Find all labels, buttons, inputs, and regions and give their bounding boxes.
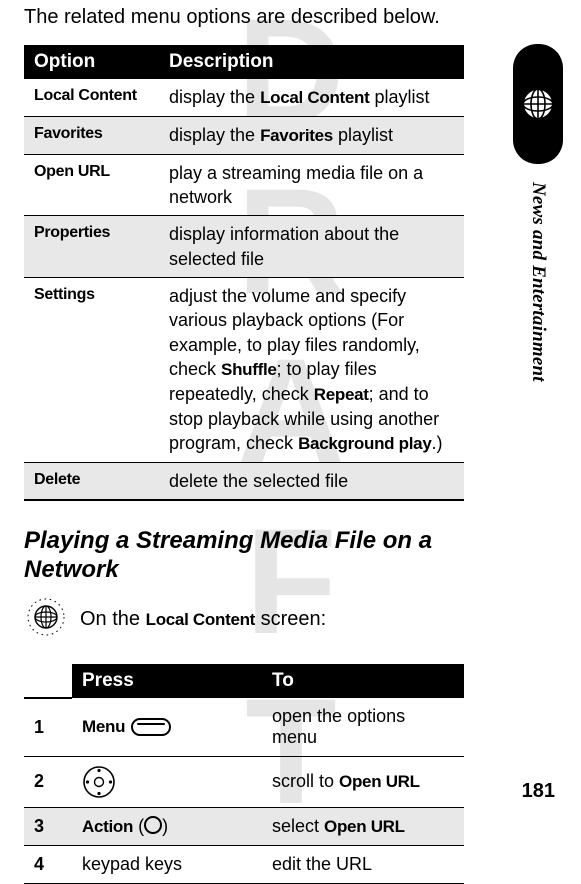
option-desc: display information about the selected f… — [159, 216, 464, 278]
thumb-tab — [513, 44, 563, 164]
option-desc: delete the selected file — [159, 463, 464, 501]
page-content: The related menu options are described b… — [0, 6, 581, 884]
option-name: Properties — [24, 216, 159, 278]
softkey-icon — [131, 718, 171, 736]
desc-text: display the — [169, 125, 260, 145]
table-row: Delete delete the selected file — [24, 463, 464, 501]
table-row: Local Content display the Local Content … — [24, 79, 464, 116]
to-text: select — [272, 816, 324, 836]
step-to: edit the URL — [262, 845, 464, 883]
table-row: Settings adjust the volume and specify v… — [24, 278, 464, 463]
lead-bold: Local Content — [146, 610, 255, 629]
lead-post: screen: — [255, 608, 326, 630]
steps-header-blank — [24, 664, 72, 698]
intro-text: The related menu options are described b… — [24, 6, 464, 29]
network-feature-icon — [24, 595, 68, 644]
step-to: open the options menu — [262, 698, 464, 757]
desc-text: playlist — [333, 125, 393, 145]
section-heading: Playing a Streaming Media File on a Netw… — [24, 527, 464, 585]
step-number: 4 — [24, 845, 72, 883]
step-number: 3 — [24, 807, 72, 845]
table-row: 1 Menu open the options menu — [24, 698, 464, 757]
step-number: 1 — [24, 698, 72, 757]
options-header-description: Description — [159, 45, 464, 79]
desc-text: display the — [169, 87, 260, 107]
table-row: 4 keypad keys edit the URL — [24, 845, 464, 883]
option-desc: play a streaming media file on a network — [159, 154, 464, 216]
lead-row: On the Local Content screen: — [24, 595, 464, 644]
steps-header-press: Press — [72, 664, 262, 698]
steps-header-row: Press To — [24, 664, 464, 698]
press-label: Action — [82, 817, 133, 836]
table-row: Open URL play a streaming media file on … — [24, 154, 464, 216]
desc-bold: Shuffle — [221, 360, 277, 379]
desc-bold: Favorites — [260, 126, 333, 145]
step-number: 2 — [24, 756, 72, 807]
to-bold: Open URL — [339, 772, 420, 791]
action-key-paren: () — [138, 816, 168, 836]
step-press: Menu — [72, 698, 262, 757]
steps-table: Press To 1 Menu open the options menu 2 — [24, 664, 464, 884]
table-row: Properties display information about the… — [24, 216, 464, 278]
action-circle-icon — [144, 816, 162, 834]
step-press — [72, 756, 262, 807]
table-row: 2 scroll to Open URL — [24, 756, 464, 807]
option-name: Open URL — [24, 154, 159, 216]
desc-bold: Repeat — [314, 385, 369, 404]
options-header-option: Option — [24, 45, 159, 79]
table-row: Favorites display the Favorites playlist — [24, 116, 464, 154]
step-to: select Open URL — [262, 807, 464, 845]
desc-bold: Background play — [298, 434, 431, 453]
option-name: Local Content — [24, 79, 159, 116]
side-section-label: News and Entertainment — [527, 182, 549, 382]
lead-pre: On the — [80, 608, 146, 630]
desc-text: .) — [431, 433, 442, 453]
nav-wheel-icon — [82, 765, 116, 799]
option-desc: display the Favorites playlist — [159, 116, 464, 154]
desc-text: playlist — [370, 87, 430, 107]
option-desc: adjust the volume and specify various pl… — [159, 278, 464, 463]
globe-icon — [521, 87, 555, 121]
option-name: Favorites — [24, 116, 159, 154]
page-number: 181 — [522, 780, 555, 803]
to-bold: Open URL — [324, 817, 405, 836]
step-to: scroll to Open URL — [262, 756, 464, 807]
steps-header-to: To — [262, 664, 464, 698]
option-name: Delete — [24, 463, 159, 501]
options-table: Option Description Local Content display… — [24, 45, 464, 501]
option-name: Settings — [24, 278, 159, 463]
table-row: 3 Action () select Open URL — [24, 807, 464, 845]
to-text: scroll to — [272, 771, 339, 791]
side-rail: News and Entertainment — [513, 44, 563, 382]
options-header-row: Option Description — [24, 45, 464, 79]
desc-bold: Local Content — [260, 88, 369, 107]
step-press: keypad keys — [72, 845, 262, 883]
press-label: Menu — [82, 717, 125, 737]
option-desc: display the Local Content playlist — [159, 79, 464, 116]
lead-text: On the Local Content screen: — [80, 608, 326, 631]
step-press: Action () — [72, 807, 262, 845]
